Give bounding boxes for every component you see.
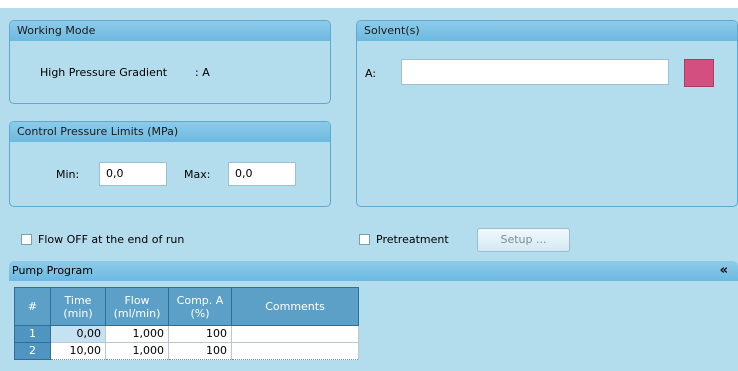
column-header-comments-label: Comments bbox=[265, 300, 325, 313]
column-header-time[interactable]: Time (min) bbox=[50, 287, 106, 326]
pressure-min-label: Min: bbox=[56, 168, 80, 181]
pretreatment-checkbox[interactable] bbox=[359, 234, 370, 245]
solvent-a-input[interactable] bbox=[401, 59, 669, 85]
column-header-time-line2: (min) bbox=[63, 306, 93, 320]
comments-cell[interactable] bbox=[231, 325, 359, 343]
pretreatment-label: Pretreatment bbox=[376, 233, 449, 246]
solvent-a-label: A: bbox=[365, 67, 377, 80]
pressure-max-label: Max: bbox=[184, 168, 211, 181]
column-header-comp-a-line1: Comp. A bbox=[176, 293, 224, 307]
comp-a-cell[interactable]: 100 bbox=[168, 342, 232, 360]
pump-program-title: Pump Program bbox=[12, 264, 94, 277]
row-number-cell[interactable]: 1 bbox=[14, 325, 51, 343]
working-mode-value: : A bbox=[195, 66, 210, 79]
pump-program-table-area: # Time (min) Flow (ml/min) Comp. A (%) C… bbox=[9, 281, 738, 371]
row-number-cell[interactable]: 2 bbox=[14, 342, 51, 360]
comments-cell[interactable] bbox=[231, 342, 359, 360]
time-cell[interactable]: 10,00 bbox=[50, 342, 106, 360]
setup-button[interactable]: Setup ... bbox=[477, 228, 570, 252]
working-mode-label: High Pressure Gradient bbox=[40, 66, 168, 79]
working-mode-group: Working Mode High Pressure Gradient : A bbox=[9, 20, 331, 104]
pump-program-header: Pump Program « bbox=[9, 261, 738, 281]
column-header-flow[interactable]: Flow (ml/min) bbox=[105, 287, 169, 326]
column-header-num-label: # bbox=[27, 300, 38, 313]
table-header-row: # Time (min) Flow (ml/min) Comp. A (%) C… bbox=[14, 287, 359, 326]
top-strip bbox=[0, 0, 738, 8]
column-header-comp-a[interactable]: Comp. A (%) bbox=[168, 287, 232, 326]
table-row[interactable]: 1 0,00 1,000 100 bbox=[14, 325, 359, 343]
solvents-group: Solvent(s) A: bbox=[356, 20, 738, 207]
flow-off-label: Flow OFF at the end of run bbox=[38, 233, 185, 246]
solvent-a-color-swatch[interactable] bbox=[684, 59, 714, 87]
column-header-comments[interactable]: Comments bbox=[231, 287, 359, 326]
flow-off-checkbox[interactable] bbox=[21, 234, 32, 245]
column-header-flow-line1: Flow bbox=[124, 293, 150, 307]
time-cell[interactable]: 0,00 bbox=[50, 325, 106, 343]
column-header-comp-a-line2: (%) bbox=[190, 306, 210, 320]
collapse-icon[interactable]: « bbox=[720, 261, 728, 281]
column-header-num[interactable]: # bbox=[14, 287, 51, 326]
column-header-flow-line2: (ml/min) bbox=[113, 306, 161, 320]
working-mode-title: Working Mode bbox=[10, 21, 330, 41]
solvents-title: Solvent(s) bbox=[357, 21, 737, 41]
pump-program-table: # Time (min) Flow (ml/min) Comp. A (%) C… bbox=[14, 287, 359, 360]
pressure-limits-group: Control Pressure Limits (MPa) Min: 0,0 M… bbox=[9, 121, 331, 207]
flow-cell[interactable]: 1,000 bbox=[105, 342, 169, 360]
comp-a-cell[interactable]: 100 bbox=[168, 325, 232, 343]
pressure-min-input[interactable]: 0,0 bbox=[99, 162, 167, 186]
pressure-max-input[interactable]: 0,0 bbox=[228, 162, 296, 186]
column-header-time-line1: Time bbox=[64, 293, 92, 307]
flow-cell[interactable]: 1,000 bbox=[105, 325, 169, 343]
table-row[interactable]: 2 10,00 1,000 100 bbox=[14, 342, 359, 360]
pressure-limits-title: Control Pressure Limits (MPa) bbox=[10, 122, 330, 142]
